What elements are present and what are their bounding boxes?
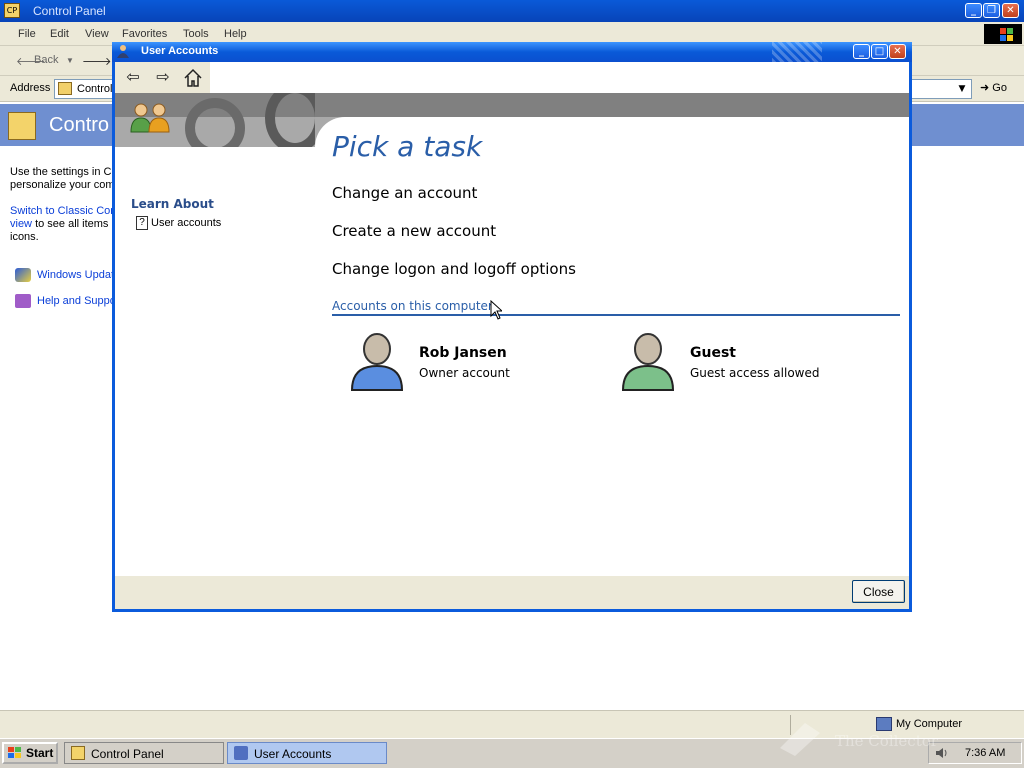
restore-button[interactable]: ❐ (983, 3, 1000, 18)
user-accounts-window: User Accounts _ □ ✕ ⇦ ⇨ Learn About ?Us (112, 42, 912, 612)
change-account-link[interactable]: Change an account (332, 184, 477, 202)
windows-update-icon (15, 268, 31, 282)
go-button[interactable]: ➜ Go (980, 81, 1007, 94)
ua-close-x-button[interactable]: ✕ (889, 44, 906, 59)
user-avatar-icon (349, 332, 405, 392)
folder-icon (58, 82, 72, 95)
logon-options-link[interactable]: Change logon and logoff options (332, 260, 576, 278)
control-panel-banner-icon (8, 112, 36, 140)
page-title: Pick a task (332, 130, 483, 163)
user-accounts-nav: ⇦ ⇨ (115, 62, 909, 93)
control-panel-task-icon (71, 746, 85, 760)
help-question-icon: ? (136, 216, 148, 230)
windows-flag-icon (8, 747, 22, 759)
create-account-link[interactable]: Create a new account (332, 222, 496, 240)
minimize-button[interactable]: _ (965, 3, 982, 18)
accounts-section-heading: Accounts on this computer (332, 299, 900, 316)
menu-favorites[interactable]: Favorites (122, 28, 167, 40)
control-panel-icon: CP (4, 3, 20, 18)
start-label: Start (26, 746, 54, 760)
watermark-book-icon (780, 723, 820, 756)
header-decoration (165, 93, 315, 147)
home-icon[interactable] (183, 68, 203, 88)
taskbar-item-label: Control Panel (91, 747, 164, 761)
user-accounts-titlebar[interactable]: User Accounts _ □ ✕ (112, 42, 912, 62)
forward-arrow-icon[interactable]: 🡒 (82, 54, 112, 68)
windows-update-link[interactable]: Windows Updat (15, 268, 112, 282)
titlebar-pattern (772, 42, 822, 62)
banner-title: Contro (49, 114, 110, 136)
help-support-label: Help and Suppo (37, 294, 112, 307)
address-label: Address (10, 82, 51, 94)
user-accounts-help-link[interactable]: ? User accounts (136, 216, 221, 230)
back-dropdown-icon[interactable]: ▼ (66, 56, 74, 65)
switch-view-text: Switch to Classic Cont view to see all i… (10, 205, 112, 244)
menu-edit[interactable]: Edit (50, 28, 69, 40)
menu-help[interactable]: Help (224, 28, 247, 40)
go-arrow-icon: ➜ (980, 82, 993, 94)
menu-file[interactable]: File (18, 28, 36, 40)
mouse-cursor-icon (490, 299, 504, 320)
control-panel-left-pane: Use the settings in Co personalize your … (0, 146, 112, 446)
forward-arrow-icon[interactable]: ⇨ (153, 68, 173, 88)
start-button[interactable]: Start (2, 742, 58, 764)
close-button[interactable]: Close (852, 580, 905, 603)
taskbar-item-control-panel[interactable]: Control Panel (64, 742, 224, 764)
ua-minimize-button[interactable]: _ (853, 44, 870, 59)
menu-view[interactable]: View (85, 28, 109, 40)
account-type: Owner account (419, 366, 510, 380)
guest-avatar-icon (620, 332, 676, 392)
nav-buttons-area: ⇦ ⇨ (115, 62, 210, 93)
users-icon (129, 102, 173, 134)
account-name: Guest (690, 345, 736, 361)
account-rob-jansen[interactable]: Rob Jansen Owner account (349, 332, 549, 392)
ua-maximize-button[interactable]: □ (871, 44, 888, 59)
control-panel-title: Control Panel (33, 4, 106, 18)
back-button[interactable]: Back (34, 54, 58, 66)
control-panel-titlebar[interactable]: CP Control Panel _ ❐ ✕ (0, 0, 1024, 22)
close-button[interactable]: ✕ (1002, 3, 1019, 18)
taskbar-item-user-accounts[interactable]: User Accounts (227, 742, 387, 764)
menu-tools[interactable]: Tools (183, 28, 209, 40)
back-arrow-icon[interactable]: ⇦ (123, 68, 143, 88)
learn-about-heading: Learn About (131, 197, 214, 211)
user-accounts-title: User Accounts (141, 45, 219, 57)
help-link-label: User accounts (151, 216, 222, 229)
go-label: Go (992, 82, 1007, 94)
account-type: Guest access allowed (690, 366, 820, 380)
windows-update-label: Windows Updat (37, 268, 112, 281)
dialog-footer: Close (115, 576, 909, 609)
windows-logo-icon (984, 24, 1022, 44)
address-dropdown-icon[interactable]: ▼ (953, 80, 971, 98)
watermark-logo: The Collector (775, 718, 1005, 758)
watermark-text: The Collector (835, 732, 938, 750)
user-accounts-app-icon (116, 44, 130, 59)
help-book-icon (15, 294, 31, 308)
account-guest[interactable]: Guest Guest access allowed (620, 332, 840, 392)
taskbar-item-label: User Accounts (254, 747, 332, 761)
address-value: Control (77, 83, 113, 95)
user-accounts-task-icon (234, 746, 248, 760)
learn-about-panel: Learn About ? User accounts (131, 197, 221, 230)
help-support-link[interactable]: Help and Suppo (15, 294, 112, 308)
account-name: Rob Jansen (419, 345, 507, 361)
control-panel-description: Use the settings in Co personalize your … (10, 166, 112, 191)
